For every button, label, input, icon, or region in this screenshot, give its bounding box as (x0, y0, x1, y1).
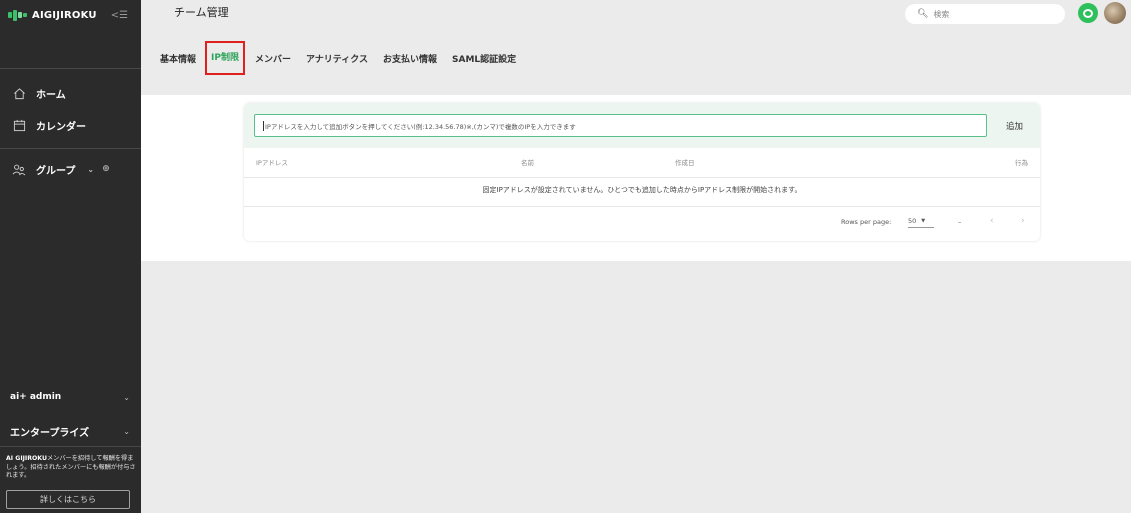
plan-selector[interactable]: エンタープライズ ⌄ (10, 424, 130, 439)
ip-input-placeholder: IPアドレスを入力して追加ボタンを押してください(例:12.34.56.78)※… (265, 122, 576, 131)
chevron-down-icon: ⌄ (123, 427, 130, 436)
add-ip-button[interactable]: 追加 (1006, 120, 1023, 132)
ip-restriction-card: IPアドレスを入力して追加ボタンを押してください(例:12.34.56.78)※… (244, 103, 1040, 241)
home-icon (12, 86, 26, 100)
search-input[interactable]: 🔍︎ 検索 (905, 4, 1065, 24)
divider (244, 177, 1040, 178)
page-range: – (958, 218, 962, 226)
rows-per-page-select[interactable]: 50 ▼ (908, 214, 934, 228)
text-caret (263, 120, 264, 131)
workspace-name: ai+ admin (10, 392, 62, 402)
column-header-action: 行為 (1015, 159, 1028, 167)
workspace-selector[interactable]: ai+ admin ⌄ (10, 392, 130, 402)
tab-members[interactable]: メンバー (255, 52, 291, 65)
search-placeholder: 検索 (933, 9, 950, 19)
promo-brand: AI GIJIROKU (6, 455, 47, 462)
collapse-menu-icon[interactable]: <☰ (111, 10, 128, 21)
sidebar-item-home[interactable]: ホーム (12, 84, 66, 102)
logo-text: AIGIJIROKU (32, 9, 97, 21)
divider (0, 446, 141, 447)
add-group-icon[interactable]: ⊕ (102, 164, 110, 174)
tab-bar: 基本情報 IP制限 メンバー アナリティクス お支払い情報 SAML認証設定 (160, 41, 531, 75)
sidebar-item-label: ホーム (36, 89, 66, 101)
promo-text: AI GIJIROKUメンバーを招待して報酬を得ましょう。招待されたメンバーにも… (6, 455, 138, 481)
empty-table-message: 固定IPアドレスが設定されていません。ひとつでも追加した時点からIPアドレス制限… (482, 186, 802, 194)
sidebar: AIGIJIROKU <☰ ホーム カレンダー グループ ⌄ ⊕ ai+ adm… (0, 0, 141, 513)
column-header-name[interactable]: 名前 (521, 157, 534, 167)
avatar[interactable] (1104, 2, 1126, 24)
rows-per-page-value: 50 (908, 216, 917, 225)
chevron-down-icon[interactable]: ⌄ (87, 165, 94, 174)
ip-input-row: IPアドレスを入力して追加ボタンを押してください(例:12.34.56.78)※… (244, 103, 1040, 148)
tab-ip-restriction[interactable]: IP制限 (205, 41, 245, 75)
chevron-down-icon: ⌄ (123, 392, 130, 402)
sidebar-item-label: カレンダー (36, 121, 86, 133)
column-header-ip[interactable]: IPアドレス (256, 157, 288, 167)
divider (0, 68, 141, 69)
group-icon (12, 162, 26, 176)
chat-icon[interactable] (1078, 3, 1098, 23)
sidebar-item-group[interactable]: グループ ⌄ ⊕ (12, 160, 110, 178)
divider (244, 206, 1040, 207)
tab-basic-info[interactable]: 基本情報 (160, 52, 196, 65)
dropdown-arrow-icon: ▼ (921, 217, 926, 224)
logo[interactable]: AIGIJIROKU <☰ (0, 0, 141, 30)
column-header-created[interactable]: 作成日 (675, 157, 695, 167)
calendar-icon (12, 118, 26, 132)
next-page-icon[interactable]: › (1021, 216, 1025, 226)
prev-page-icon[interactable]: ‹ (990, 216, 994, 226)
ip-address-input[interactable]: IPアドレスを入力して追加ボタンを押してください(例:12.34.56.78)※… (254, 114, 987, 137)
plan-name: エンタープライズ (10, 428, 90, 439)
promo-details-button[interactable]: 詳しくはこちら (6, 490, 130, 509)
page-title: チーム管理 (174, 6, 229, 19)
rows-per-page-label: Rows per page: (841, 218, 892, 226)
search-icon: 🔍︎ (917, 9, 929, 19)
tab-saml[interactable]: SAML認証設定 (452, 52, 516, 65)
tab-billing[interactable]: お支払い情報 (383, 52, 437, 65)
logo-icon (8, 9, 27, 21)
tab-analytics[interactable]: アナリティクス (306, 52, 368, 65)
sidebar-item-label: グループ (36, 165, 76, 177)
sidebar-item-calendar[interactable]: カレンダー (12, 116, 86, 134)
divider (0, 148, 141, 149)
